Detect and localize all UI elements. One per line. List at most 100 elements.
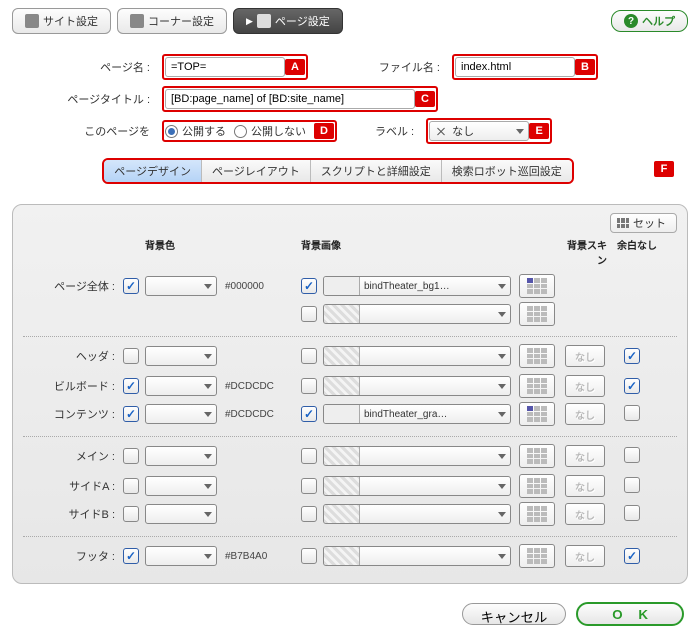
sideA-bgimg-pos[interactable] [519,474,555,498]
tab-robot[interactable]: 検索ロボット巡回設定 [442,160,572,182]
header-bgcolor-check[interactable] [123,348,139,364]
footer-skin[interactable] [565,545,605,567]
marker-c: C [415,91,435,107]
footer-bgcolor-swatch[interactable] [145,546,217,566]
unpublish-radio[interactable]: 公開しない [234,123,306,139]
footer-bgimg-check[interactable] [301,548,317,564]
main-bgimg-select[interactable] [323,446,511,466]
contents-nomargin[interactable] [624,405,640,421]
page-settings-tab[interactable]: ▶ページ設定 [233,8,343,34]
help-label: ヘルプ [642,13,675,29]
contents-bgimg-check[interactable] [301,406,317,422]
footer-bgimg-select[interactable] [323,546,511,566]
page-bgcolor-check[interactable] [123,278,139,294]
publish-radio[interactable]: 公開する [165,123,226,139]
contents-bgcolor-text: #DCDCDC [225,409,301,420]
row-label-sideB: サイドB : [23,506,123,522]
footer-bgcolor-text: #B7B4A0 [225,551,301,562]
contents-bgimg-pos[interactable] [519,402,555,426]
tab-script-advanced[interactable]: スクリプトと詳細設定 [311,160,442,182]
sideA-nomargin[interactable] [624,477,640,493]
page-bgimg2-pos[interactable] [519,302,555,326]
sideA-bgcolor-swatch[interactable] [145,476,217,496]
page-bgimg-check[interactable] [301,278,317,294]
sideB-bgimg-check[interactable] [301,506,317,522]
main-bgimg-pos[interactable] [519,444,555,468]
hdr-bgskin: 背景スキン [565,237,607,267]
page-bgimg-select[interactable]: bindTheater_bg1… [323,276,511,296]
sideA-bgimg-check[interactable] [301,478,317,494]
sideA-bgcolor-check[interactable] [123,478,139,494]
footer-nomargin[interactable] [624,548,640,564]
tab-page-layout[interactable]: ページレイアウト [202,160,311,182]
sideB-bgimg-select[interactable] [323,504,511,524]
site-settings-tab[interactable]: サイト設定 [12,8,111,34]
sideB-nomargin[interactable] [624,505,640,521]
footer-bgcolor-check[interactable] [123,548,139,564]
site-tab-label: サイト設定 [43,13,98,29]
main-bgcolor-check[interactable] [123,448,139,464]
row-label-billboard: ビルボード : [23,378,123,394]
corner-icon [130,14,144,28]
label-value: なし [452,123,474,139]
unpublish-label: 公開しない [251,123,306,139]
file-name-input[interactable] [455,57,575,77]
billboard-bgimg-select[interactable] [323,376,511,396]
radio-on-icon [165,125,178,138]
help-icon: ? [624,14,638,28]
main-skin[interactable] [565,445,605,467]
sideA-skin[interactable] [565,475,605,497]
sideB-bgcolor-swatch[interactable] [145,504,217,524]
label-dropdown[interactable]: なし [429,121,529,141]
contents-bgcolor-check[interactable] [123,406,139,422]
billboard-skin[interactable] [565,375,605,397]
billboard-bgimg-check[interactable] [301,378,317,394]
help-button[interactable]: ? ヘルプ [611,10,688,32]
page-title-input[interactable] [165,89,415,109]
contents-bgimg-select[interactable]: bindTheater_gra… [323,404,511,424]
contents-bgcolor-swatch[interactable] [145,404,217,424]
ok-button[interactable]: O K [576,602,684,626]
file-name-label: ファイル名 : [360,59,446,75]
page-bgcolor-swatch[interactable] [145,276,217,296]
row-label-main: メイン : [23,448,123,464]
marker-f: F [654,161,674,177]
x-icon [436,126,446,136]
page-bgimg2-check[interactable] [301,306,317,322]
billboard-bgimg-pos[interactable] [519,374,555,398]
header-bgimg-select[interactable] [323,346,511,366]
main-nomargin[interactable] [624,447,640,463]
header-nomargin[interactable] [624,348,640,364]
contents-skin[interactable] [565,403,605,425]
label-label: ラベル : [375,123,420,139]
billboard-bgcolor-text: #DCDCDC [225,381,301,392]
footer-bgimg-pos[interactable] [519,544,555,568]
main-bgcolor-swatch[interactable] [145,446,217,466]
cancel-button[interactable]: キャンセル [462,603,567,625]
row-label-page: ページ全体 : [23,278,123,294]
page-name-label: ページ名 : [26,59,156,75]
row-label-sideA: サイドA : [23,478,123,494]
billboard-bgcolor-check[interactable] [123,378,139,394]
sideA-bgimg-select[interactable] [323,476,511,496]
page-name-input[interactable] [165,57,285,77]
sideB-bgcolor-check[interactable] [123,506,139,522]
marker-b: B [575,59,595,75]
billboard-nomargin[interactable] [624,378,640,394]
main-bgimg-check[interactable] [301,448,317,464]
set-dropdown[interactable]: セット [610,213,677,233]
sideB-skin[interactable] [565,503,605,525]
header-skin[interactable] [565,345,605,367]
header-bgcolor-swatch[interactable] [145,346,217,366]
page-bgimg-pos[interactable] [519,274,555,298]
hdr-bgcolor: 背景色 [145,237,301,267]
header-bgimg-pos[interactable] [519,344,555,368]
sideB-bgimg-pos[interactable] [519,502,555,526]
corner-settings-tab[interactable]: コーナー設定 [117,8,227,34]
sub-tabbar: ページデザイン ページレイアウト スクリプトと詳細設定 検索ロボット巡回設定 [102,158,574,184]
tab-page-design[interactable]: ページデザイン [104,160,202,182]
page-bgimg2-select[interactable] [323,304,511,324]
header-bgimg-check[interactable] [301,348,317,364]
billboard-bgcolor-swatch[interactable] [145,376,217,396]
marker-d: D [314,123,334,139]
